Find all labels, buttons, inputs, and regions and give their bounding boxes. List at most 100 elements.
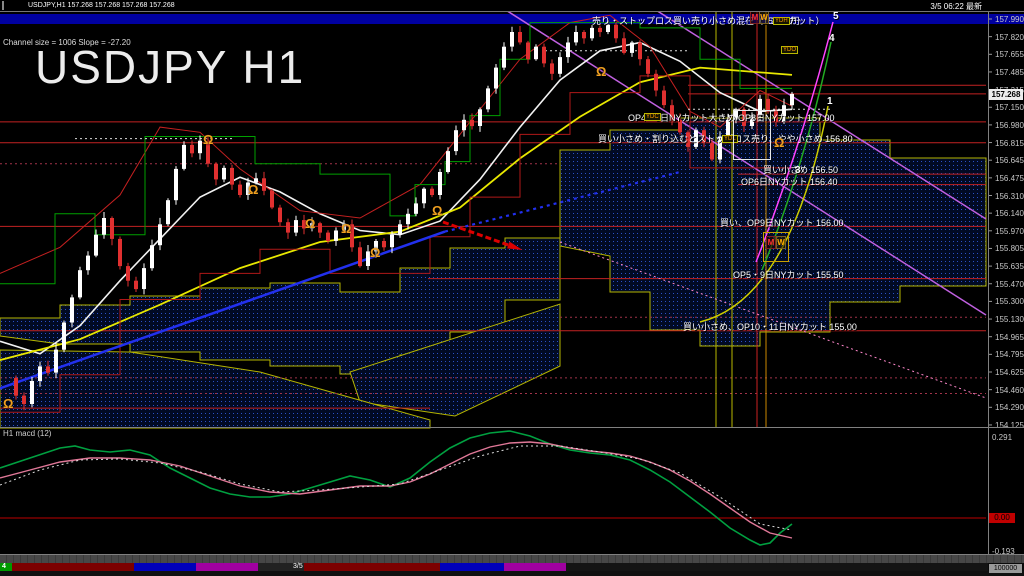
session-start-label: 4 — [2, 563, 6, 570]
candle-bear — [622, 38, 626, 53]
candle-bear — [742, 109, 746, 126]
candle-bull — [150, 245, 154, 269]
chart-window: USDJPY,H1 157.268 157.268 157.268 157.26… — [0, 0, 1024, 576]
candle-bear — [614, 24, 618, 39]
candle-bear — [262, 178, 266, 191]
candle-bull — [174, 168, 178, 201]
price-axis-label: 155.300 — [995, 297, 1024, 307]
candle-bull — [70, 297, 74, 323]
candle-bear — [126, 266, 130, 281]
candle-bull — [158, 224, 162, 246]
candle-bull — [366, 251, 370, 266]
candle-bull — [510, 32, 514, 47]
candle-bull — [790, 93, 794, 106]
candle-bull — [750, 115, 754, 126]
candle-bull — [734, 109, 738, 120]
candle-bear — [518, 32, 522, 43]
candle-bull — [406, 213, 410, 225]
candle-bear — [190, 144, 194, 154]
candle-bull — [78, 270, 82, 298]
candle-bull — [398, 224, 402, 235]
candle-bear — [302, 220, 306, 229]
candle-bull — [414, 203, 418, 214]
candle-bear — [22, 395, 26, 404]
candle-bear — [470, 119, 474, 127]
candle-bear — [214, 163, 218, 180]
candle-bull — [166, 200, 170, 225]
session-segment[interactable] — [12, 563, 134, 571]
session-segment[interactable] — [504, 563, 566, 571]
window-title: USDJPY,H1 157.268 157.268 157.268 157.26… — [28, 2, 175, 9]
candle-bull — [590, 27, 594, 39]
candle-bear — [686, 132, 690, 147]
candle-bull — [86, 255, 90, 271]
session-segment[interactable] — [566, 563, 988, 571]
candle-bear — [14, 377, 18, 396]
candle-bull — [102, 218, 106, 235]
candle-bear — [286, 222, 290, 233]
candle-bull — [726, 119, 730, 137]
candle-bull — [62, 322, 66, 350]
titlebar-tick — [2, 1, 4, 10]
price-axis-label: 157.820 — [995, 32, 1024, 42]
candle-bull — [94, 234, 98, 256]
price-axis-label: 157.990 — [995, 15, 1024, 24]
candle-bear — [542, 46, 546, 64]
session-segment[interactable] — [196, 563, 258, 571]
price-axis-label: 157.150 — [995, 103, 1024, 113]
candle-bear — [326, 232, 330, 241]
candle-bull — [502, 46, 506, 68]
candle-bear — [270, 190, 274, 208]
candle-bear — [550, 63, 554, 74]
candle-bull — [438, 172, 442, 195]
price-axis-label: 154.125 — [995, 420, 1024, 430]
candle-bear — [350, 224, 354, 248]
session-segment[interactable] — [304, 563, 440, 571]
price-axis-label: 155.470 — [995, 279, 1024, 289]
candle-bull — [478, 109, 482, 126]
session-bar — [0, 563, 1024, 571]
candle-bull — [54, 349, 58, 373]
price-chart-canvas[interactable] — [0, 0, 1024, 576]
footer-date-label: 3/5 — [293, 563, 303, 570]
candle-bear — [662, 90, 666, 106]
candle-bear — [678, 119, 682, 133]
candle-bull — [38, 366, 42, 381]
candle-bear — [238, 184, 242, 195]
candle-bull — [494, 67, 498, 89]
candle-bull — [574, 32, 578, 43]
candle-bear — [110, 218, 114, 239]
candle-bull — [446, 151, 450, 172]
price-axis-label: 155.805 — [995, 244, 1024, 254]
candle-bull — [558, 57, 562, 74]
price-axis-label: 156.815 — [995, 138, 1024, 148]
candle-bear — [382, 241, 386, 248]
current-price-box: 157.268 — [989, 89, 1023, 100]
candle-bull — [254, 178, 258, 183]
candle-bull — [566, 42, 570, 58]
candle-bull — [342, 224, 346, 231]
candle-bear — [710, 142, 714, 160]
candle-bull — [142, 268, 146, 289]
price-axis-label: 155.970 — [995, 226, 1024, 236]
candle-bull — [182, 144, 186, 169]
candle-bull — [294, 220, 298, 233]
candle-bear — [430, 188, 434, 195]
candle-bear — [766, 98, 770, 112]
candle-bear — [206, 140, 210, 164]
candle-bear — [118, 238, 122, 267]
title-bar: USDJPY,H1 157.268 157.268 157.268 157.26… — [0, 0, 1024, 11]
price-axis-label: 156.475 — [995, 173, 1024, 183]
macd-main — [0, 430, 793, 546]
session-segment[interactable] — [134, 563, 196, 571]
panel-separator[interactable] — [0, 427, 1024, 428]
candle-bull — [374, 241, 378, 252]
candle-bull — [310, 223, 314, 229]
candle-bull — [390, 234, 394, 248]
candle-bear — [134, 280, 138, 290]
candle-bear — [774, 111, 778, 122]
price-axis-label: 154.625 — [995, 368, 1024, 377]
time-axis[interactable] — [0, 555, 1024, 563]
session-segment[interactable] — [440, 563, 504, 571]
candle-bull — [30, 381, 34, 404]
